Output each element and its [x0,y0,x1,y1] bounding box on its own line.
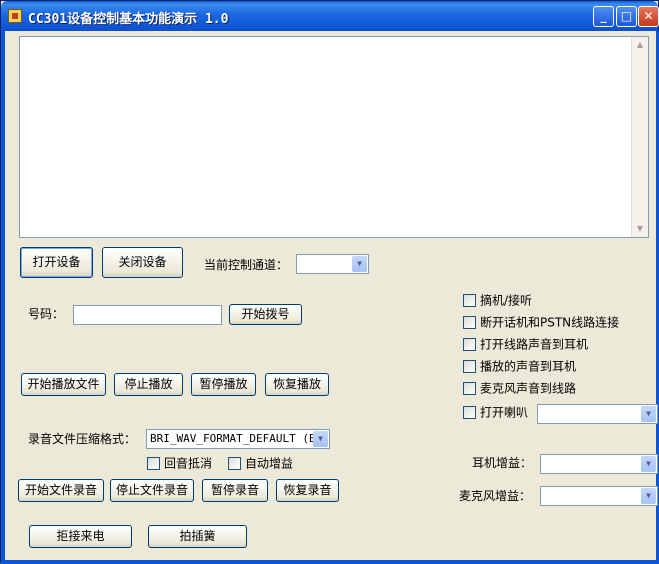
auto-gain-checkbox[interactable]: 自动增益 [228,456,293,472]
maximize-button[interactable]: □ [616,6,637,27]
open-device-button[interactable]: 打开设备 [20,247,93,278]
checkbox-box[interactable] [463,338,476,351]
option-label: 打开喇叭 [480,405,529,420]
stop-recording-button[interactable]: 停止文件录音 [110,479,194,502]
option-label: 播放的声音到耳机 [480,359,577,374]
auto-gain-label: 自动增益 [245,456,294,471]
scroll-up-icon[interactable]: ▲ [632,37,648,53]
start-playback-button[interactable]: 开始播放文件 [21,373,106,396]
window-frame-left [1,31,5,564]
checkbox-box[interactable] [463,382,476,395]
title-bar[interactable]: CC301设备控制基本功能演示 1.0 _ □ ✕ [1,1,659,31]
chevron-down-icon[interactable]: ▼ [641,488,656,504]
close-button[interactable]: ✕ [638,6,659,27]
chevron-down-icon[interactable]: ▼ [641,456,656,472]
channel-select[interactable]: ▼ [296,254,369,274]
echo-cancel-label: 回音抵消 [164,456,213,471]
main-window: CC301设备控制基本功能演示 1.0 _ □ ✕ ▲ ▼ 打开设备 关闭设备 … [0,0,659,564]
app-icon [8,9,22,23]
scroll-down-icon[interactable]: ▼ [632,221,648,237]
reject-call-button[interactable]: 拒接来电 [29,525,132,548]
option-checkbox-disconnect-phone[interactable]: 断开话机和PSTN线路连接 [463,315,619,331]
flash-hook-button[interactable]: 拍插簧 [148,525,247,548]
minimize-button[interactable]: _ [593,6,614,27]
option-checkbox-hook[interactable]: 摘机/接听 [463,293,532,309]
log-scrollbar[interactable]: ▲ ▼ [631,37,648,237]
record-format-label: 录音文件压缩格式： [28,432,137,446]
mic-gain-label: 麦克风增益： [459,489,532,503]
dial-button[interactable]: 开始拨号 [229,304,302,325]
record-format-value: BRI_WAV_FORMAT_DEFAULT (BRI [150,432,329,445]
checkbox-box[interactable] [463,316,476,329]
pause-playback-button[interactable]: 暂停播放 [191,373,256,396]
record-format-select[interactable]: BRI_WAV_FORMAT_DEFAULT (BRI ▼ [146,429,330,449]
option-checkbox-play-to-earphone[interactable]: 播放的声音到耳机 [463,359,576,375]
channel-label: 当前控制通道： [204,258,289,272]
chevron-down-icon[interactable]: ▼ [352,256,367,272]
checkbox-box[interactable] [228,457,241,470]
resume-recording-button[interactable]: 恢复录音 [276,479,339,502]
stop-playback-button[interactable]: 停止播放 [114,373,183,396]
chevron-down-icon[interactable]: ▼ [313,431,328,447]
close-device-button[interactable]: 关闭设备 [102,247,183,278]
option-label: 断开话机和PSTN线路连接 [480,315,620,330]
option-checkbox-mic-to-line[interactable]: 麦克风声音到线路 [463,381,576,397]
option-label: 打开线路声音到耳机 [480,337,589,352]
checkbox-box[interactable] [463,294,476,307]
speaker-select[interactable]: ▼ [537,404,658,424]
option-checkbox-speaker[interactable]: 打开喇叭 [463,405,528,421]
earphone-gain-select[interactable]: ▼ [540,454,658,474]
window-frame-bottom [1,560,659,564]
earphone-gain-label: 耳机增益： [472,456,533,470]
chevron-down-icon[interactable]: ▼ [641,406,656,422]
number-input[interactable] [73,305,222,325]
option-label: 麦克风声音到线路 [480,381,577,396]
window-title: CC301设备控制基本功能演示 1.0 [28,12,229,27]
option-label: 摘机/接听 [480,293,533,308]
echo-cancel-checkbox[interactable]: 回音抵消 [147,456,212,472]
pause-recording-button[interactable]: 暂停录音 [202,479,268,502]
checkbox-box[interactable] [463,406,476,419]
option-checkbox-line-to-earphone[interactable]: 打开线路声音到耳机 [463,337,588,353]
number-label: 号码： [28,307,65,321]
mic-gain-select[interactable]: ▼ [540,486,658,506]
log-textarea[interactable]: ▲ ▼ [19,36,649,238]
start-recording-button[interactable]: 开始文件录音 [18,479,104,502]
resume-playback-button[interactable]: 恢复播放 [265,373,329,396]
checkbox-box[interactable] [147,457,160,470]
checkbox-box[interactable] [463,360,476,373]
